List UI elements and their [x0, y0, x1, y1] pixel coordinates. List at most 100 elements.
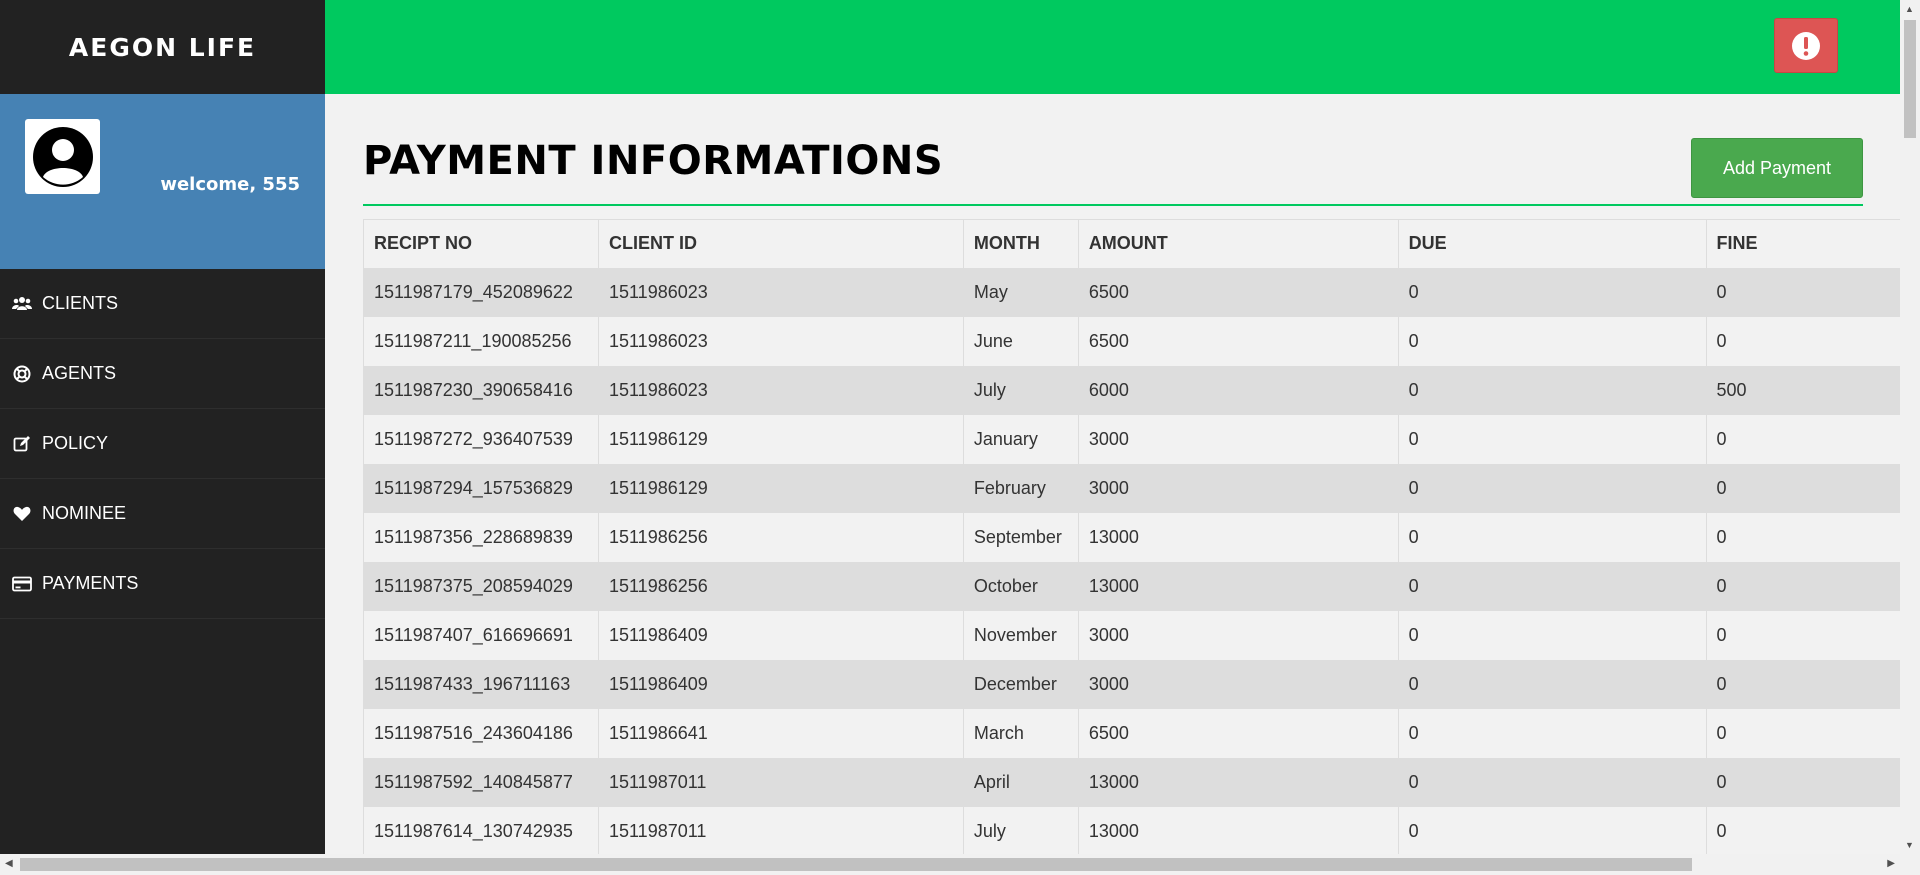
- nav-label-nominee: NOMINEE: [42, 503, 127, 523]
- receipt-no-cell: 1511987433_196711163: [363, 659, 599, 709]
- amount-cell: 6500: [1077, 708, 1399, 758]
- due-cell: 0: [1397, 316, 1707, 366]
- fine-cell: 0: [1705, 806, 1900, 854]
- amount-cell: 6500: [1077, 267, 1399, 317]
- table-header-row: RECIPT NO CLIENT ID MONTH AMOUNT DUE FIN…: [363, 219, 1900, 268]
- month-cell: March: [962, 708, 1079, 758]
- column-header[interactable]: DUE: [1397, 219, 1707, 268]
- receipt-no-cell: 1511987294_157536829: [363, 463, 599, 513]
- client-id-cell: 1511986023: [597, 365, 964, 415]
- fine-cell: 0: [1705, 414, 1900, 464]
- main-content: PAYMENT INFORMATIONS Add Payment RECIPT …: [325, 94, 1900, 854]
- table-row[interactable]: 1511987179_452089622 1511986023 May 6500 0 0: [363, 267, 1900, 317]
- nav-item-nominee[interactable]: NOMINEE: [0, 479, 325, 549]
- payments-table-wrap: RECIPT NO CLIENT ID MONTH AMOUNT DUE FIN…: [363, 219, 1900, 854]
- month-cell: February: [962, 463, 1079, 513]
- nav-item-clients[interactable]: CLIENTS: [0, 269, 325, 339]
- scroll-up-icon[interactable]: ▲: [1905, 4, 1914, 14]
- table-row[interactable]: 1511987407_616696691 1511986409 November 30…: [363, 610, 1900, 660]
- horizontal-scroll-thumb[interactable]: [20, 858, 1692, 871]
- sidebar: AEGON LIFE welcome, 555 CLIENTS AGENTS P…: [0, 0, 325, 854]
- fine-cell: 0: [1705, 267, 1900, 317]
- due-cell: 0: [1397, 757, 1707, 807]
- table-row[interactable]: 1511987614_130742935 1511987011 July 13000 0…: [363, 806, 1900, 854]
- receipt-no-cell: 1511987179_452089622: [363, 267, 599, 317]
- table-row[interactable]: 1511987356_228689839 1511986256 September 1…: [363, 512, 1900, 562]
- amount-cell: 3000: [1077, 463, 1399, 513]
- heart-icon: [12, 504, 32, 524]
- month-cell: October: [962, 561, 1079, 611]
- table-row[interactable]: 1511987230_390658416 1511986023 July 6000 0 5…: [363, 365, 1900, 415]
- table-row[interactable]: 1511987211_190085256 1511986023 June 6500 0 0: [363, 316, 1900, 366]
- receipt-no-cell: 1511987614_130742935: [363, 806, 599, 854]
- client-id-cell: 1511986409: [597, 610, 964, 660]
- table-body: 1511987179_452089622 1511986023 May 6500 0 0 1…: [363, 267, 1900, 854]
- amount-cell: 3000: [1077, 659, 1399, 709]
- life-ring-icon: [12, 364, 32, 384]
- month-cell: December: [962, 659, 1079, 709]
- payments-table: RECIPT NO CLIENT ID MONTH AMOUNT DUE FIN…: [363, 219, 1900, 854]
- fine-cell: 0: [1705, 757, 1900, 807]
- due-cell: 0: [1397, 561, 1707, 611]
- scroll-down-icon[interactable]: ▼: [1905, 840, 1914, 850]
- nav-item-agents[interactable]: AGENTS: [0, 339, 325, 409]
- column-header[interactable]: CLIENT ID: [597, 219, 964, 268]
- amount-cell: 13000: [1077, 561, 1399, 611]
- amount-cell: 13000: [1077, 806, 1399, 854]
- fine-cell: 500: [1705, 365, 1900, 415]
- client-id-cell: 1511986023: [597, 267, 964, 317]
- users-icon: [12, 294, 32, 314]
- due-cell: 0: [1397, 659, 1707, 709]
- receipt-no-cell: 1511987407_616696691: [363, 610, 599, 660]
- table-row[interactable]: 1511987375_208594029 1511986256 October 130…: [363, 561, 1900, 611]
- column-header[interactable]: FINE: [1705, 219, 1900, 268]
- nav-label-agents: AGENTS: [42, 363, 117, 383]
- scroll-left-icon[interactable]: ◀: [5, 858, 13, 869]
- due-cell: 0: [1397, 267, 1707, 317]
- column-header[interactable]: MONTH: [962, 219, 1079, 268]
- nav-label-payments: PAYMENTS: [42, 573, 139, 593]
- vertical-scroll-thumb[interactable]: [1904, 20, 1916, 138]
- fine-cell: 0: [1705, 610, 1900, 660]
- receipt-no-cell: 1511987272_936407539: [363, 414, 599, 464]
- fine-cell: 0: [1705, 708, 1900, 758]
- amount-cell: 13000: [1077, 512, 1399, 562]
- column-header[interactable]: AMOUNT: [1077, 219, 1399, 268]
- add-payment-button[interactable]: Add Payment: [1691, 138, 1863, 198]
- welcome-text: welcome, 555: [160, 174, 300, 195]
- client-id-cell: 1511986256: [597, 561, 964, 611]
- top-bar: [325, 0, 1900, 94]
- page-title: PAYMENT INFORMATIONS: [363, 138, 944, 184]
- brand-logo[interactable]: AEGON LIFE: [0, 0, 325, 94]
- client-id-cell: 1511986256: [597, 512, 964, 562]
- fine-cell: 0: [1705, 659, 1900, 709]
- due-cell: 0: [1397, 414, 1707, 464]
- month-cell: June: [962, 316, 1079, 366]
- amount-cell: 6000: [1077, 365, 1399, 415]
- table-row[interactable]: 1511987592_140845877 1511987011 April 13000…: [363, 757, 1900, 807]
- alert-button[interactable]: [1774, 18, 1838, 73]
- due-cell: 0: [1397, 463, 1707, 513]
- table-row[interactable]: 1511987516_243604186 1511986641 March 6500 0…: [363, 708, 1900, 758]
- vertical-scrollbar[interactable]: ▲ ▼: [1900, 0, 1920, 854]
- nav-item-payments[interactable]: PAYMENTS: [0, 549, 325, 619]
- client-id-cell: 1511987011: [597, 757, 964, 807]
- nav-item-policy[interactable]: POLICY: [0, 409, 325, 479]
- month-cell: July: [962, 806, 1079, 854]
- scroll-right-icon[interactable]: ▶: [1887, 858, 1895, 869]
- due-cell: 0: [1397, 365, 1707, 415]
- amount-cell: 3000: [1077, 610, 1399, 660]
- client-id-cell: 1511986641: [597, 708, 964, 758]
- client-id-cell: 1511986409: [597, 659, 964, 709]
- receipt-no-cell: 1511987516_243604186: [363, 708, 599, 758]
- amount-cell: 6500: [1077, 316, 1399, 366]
- table-row[interactable]: 1511987433_196711163 1511986409 December 30…: [363, 659, 1900, 709]
- table-row[interactable]: 1511987272_936407539 1511986129 January 300…: [363, 414, 1900, 464]
- month-cell: April: [962, 757, 1079, 807]
- fine-cell: 0: [1705, 316, 1900, 366]
- exclamation-circle-icon: [1792, 31, 1820, 60]
- column-header[interactable]: RECIPT NO: [363, 219, 599, 268]
- horizontal-scrollbar[interactable]: ◀ ▶: [0, 854, 1920, 875]
- edit-icon: [12, 434, 32, 454]
- table-row[interactable]: 1511987294_157536829 1511986129 February 30…: [363, 463, 1900, 513]
